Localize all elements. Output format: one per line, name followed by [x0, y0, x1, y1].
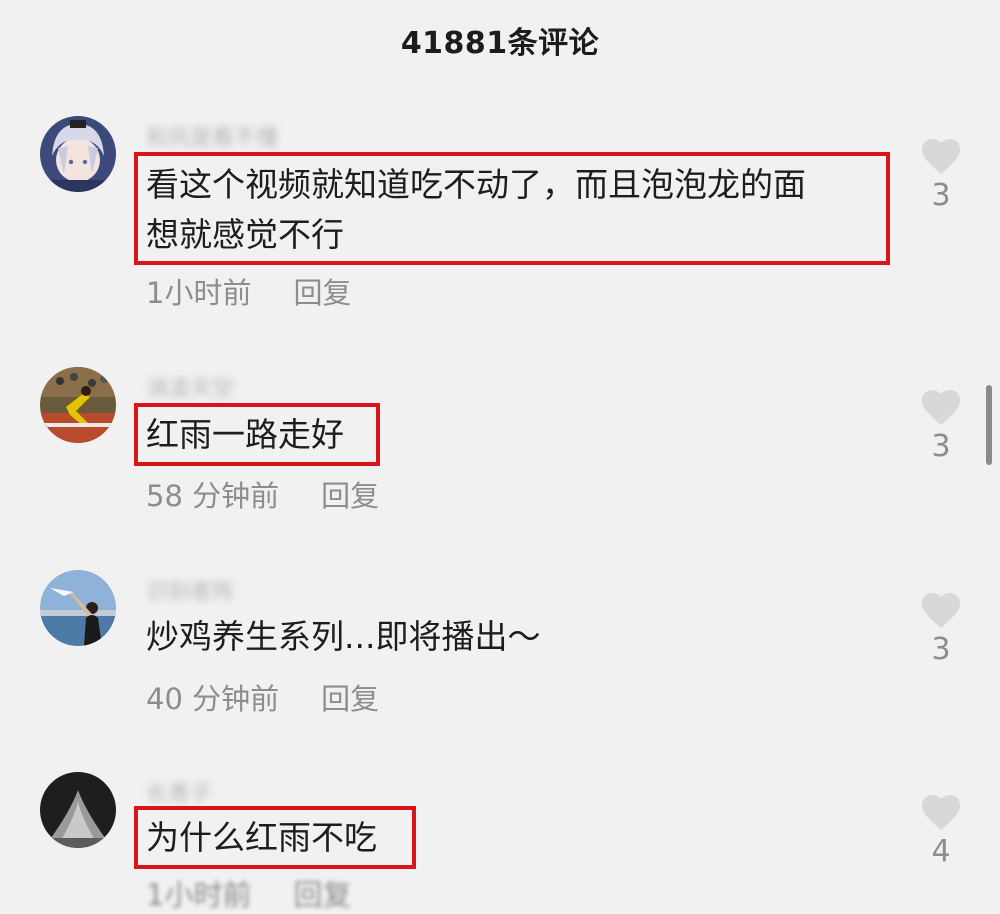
comment-meta: 40 分钟前 回复: [146, 676, 379, 718]
scrollbar[interactable]: [986, 385, 992, 465]
avatar[interactable]: [40, 116, 116, 192]
reply-button[interactable]: 回复: [293, 878, 351, 912]
heart-icon: [921, 389, 961, 426]
comment-meta: 1小时前 回复: [146, 872, 351, 914]
heart-icon: [921, 794, 961, 831]
username[interactable]: 和风是看不懂: [146, 120, 278, 151]
comment-text: 炒鸡养生系列...即将播出～: [146, 612, 540, 662]
like-count: 4: [931, 834, 951, 869]
reply-button[interactable]: 回复: [321, 682, 379, 716]
avatar[interactable]: [40, 570, 116, 646]
comment-meta: 1小时前 回复: [146, 270, 351, 312]
comment-text-line: 红雨一路走好: [146, 415, 344, 454]
timestamp: 1小时前: [146, 276, 252, 310]
timestamp: 1小时前: [146, 878, 252, 912]
like-count: 3: [931, 632, 951, 667]
username[interactable]: 识别者阵: [146, 574, 234, 605]
username[interactable]: 长青子: [146, 776, 212, 807]
avatar-sports-photo-icon: [40, 367, 116, 443]
avatar-night-sky-icon: [40, 772, 116, 848]
avatar-person-photo-icon: [40, 570, 116, 646]
heart-icon: [921, 592, 961, 629]
avatar[interactable]: [40, 772, 116, 848]
like-button[interactable]: 3: [916, 134, 966, 214]
like-button[interactable]: 3: [916, 588, 966, 668]
comment-text-line: 看这个视频就知道吃不动了，而且泡泡龙的面: [146, 165, 806, 204]
heart-icon: [921, 138, 961, 175]
comment-text-line: 炒鸡养生系列...即将播出～: [146, 617, 541, 656]
comment-text: 看这个视频就知道吃不动了，而且泡泡龙的面 想就感觉不行: [146, 160, 806, 260]
comment-count-title: 41881条评论: [400, 26, 600, 61]
comment-meta: 58 分钟前 回复: [146, 473, 379, 515]
username[interactable]: 消凌天空: [146, 371, 234, 402]
avatar-anime-character-icon: [40, 116, 116, 192]
like-count: 3: [931, 429, 951, 464]
comment-text-line: 想就感觉不行: [146, 215, 344, 254]
like-button[interactable]: 4: [916, 790, 966, 870]
comment-text-line: 为什么红雨不吃: [146, 818, 377, 857]
reply-button[interactable]: 回复: [293, 276, 351, 310]
timestamp: 40 分钟前: [146, 682, 280, 716]
reply-button[interactable]: 回复: [321, 479, 379, 513]
avatar[interactable]: [40, 367, 116, 443]
comment-text: 为什么红雨不吃: [146, 813, 377, 863]
timestamp: 58 分钟前: [146, 479, 280, 513]
like-button[interactable]: 3: [916, 385, 966, 465]
comment-text: 红雨一路走好: [146, 410, 344, 460]
like-count: 3: [931, 178, 951, 213]
